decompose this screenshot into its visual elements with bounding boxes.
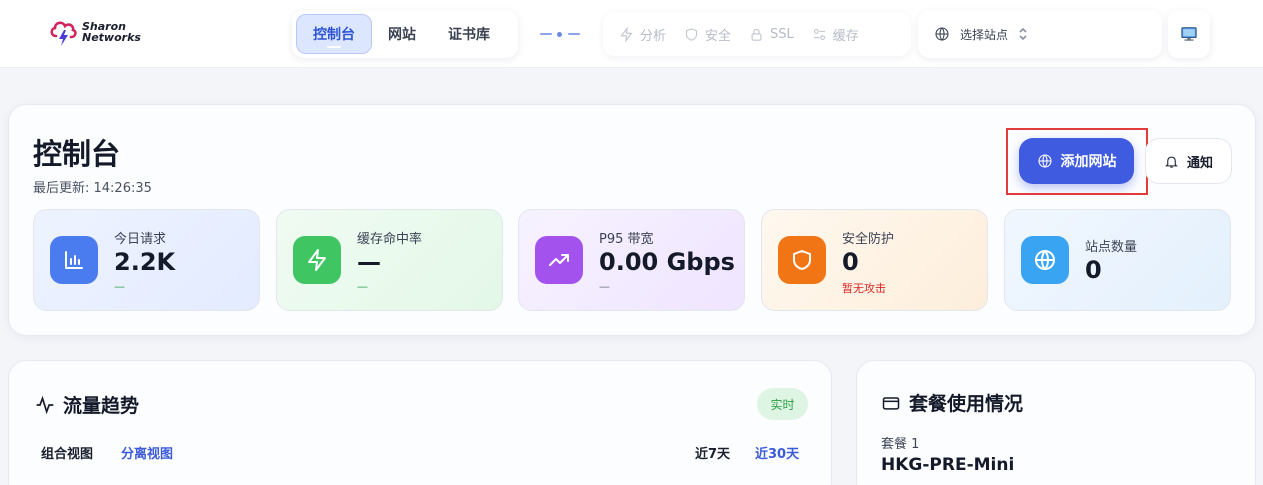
tool-ssl-label: SSL (770, 26, 794, 42)
tool-security[interactable]: 安全 (684, 25, 731, 44)
stat-label: 缓存命中率 (357, 232, 423, 247)
stat-value: — (357, 248, 381, 276)
device-button[interactable] (1168, 10, 1210, 58)
shield-icon (685, 27, 698, 41)
traffic-title-text: 流量趋势 (63, 395, 140, 417)
stat-cache-icon-box (293, 236, 341, 284)
trending-up-icon (549, 254, 569, 266)
stat-site-count[interactable]: 站点数量 0 (1004, 209, 1231, 311)
stat-sub: — (114, 280, 125, 293)
plan-usage-card: 套餐使用情况 套餐 1 HKG-PRE-Mini (856, 360, 1256, 485)
stat-cache-hit-rate[interactable]: 缓存命中率 — — (276, 209, 503, 311)
dashboard-card: 控制台 最后更新: 14:26:35 添加网站 通知 今日请求 2.2K — 缓… (8, 104, 1256, 336)
range-7-days[interactable]: 近7天 (695, 443, 730, 462)
stat-sub: — (599, 280, 610, 293)
stat-value: 2.2K (114, 248, 176, 276)
notification-button[interactable]: 通知 (1145, 138, 1232, 184)
stat-label: 今日请求 (114, 232, 167, 247)
brand-logo[interactable]: Sharon Networks (48, 16, 141, 48)
stat-security-protection[interactable]: 安全防护 0 暂无攻击 (761, 209, 988, 311)
page-title: 控制台 (33, 137, 121, 171)
tool-security-label: 安全 (705, 28, 732, 44)
stat-requests-today[interactable]: 今日请求 2.2K — (33, 209, 260, 311)
monitor-icon (1181, 27, 1197, 41)
plan-name: HKG-PRE-Mini (881, 455, 1015, 475)
tab-websites[interactable]: 网站 (372, 14, 432, 54)
site-tools: 分析 安全 SSL 缓存 (603, 12, 911, 56)
tool-cache-label: 缓存 (832, 28, 859, 44)
stat-value: 0 (842, 248, 859, 276)
globe-icon (1035, 250, 1055, 270)
plan-title-text: 套餐使用情况 (909, 393, 1024, 415)
shield-icon (793, 250, 811, 270)
top-bar: Sharon Networks 控制台 网站 证书库 分析 安全 SSL 缓存 … (0, 0, 1263, 68)
tool-analytics[interactable]: 分析 (619, 25, 666, 44)
credit-card-icon (882, 396, 900, 410)
tab-certificates[interactable]: 证书库 (432, 14, 506, 54)
tab-combined-view[interactable]: 组合视图 (41, 443, 93, 462)
stat-bandwidth-icon-box (535, 236, 583, 284)
lightning-icon (620, 26, 633, 42)
activity-icon (36, 395, 54, 414)
chevron-updown-icon (1019, 28, 1027, 40)
stat-value: 0 (1085, 256, 1102, 284)
plan-title: 套餐使用情况 (881, 389, 1023, 416)
tool-cache[interactable]: 缓存 (812, 25, 859, 44)
range-30-days[interactable]: 近30天 (755, 443, 799, 462)
stat-sites-icon-box (1021, 236, 1069, 284)
site-selector-placeholder: 选择站点 (960, 27, 1009, 42)
bell-icon (1165, 156, 1178, 168)
stat-label: 安全防护 (842, 232, 895, 247)
tab-separate-view[interactable]: 分离视图 (121, 443, 173, 462)
traffic-trend-card: 流量趋势 实时 组合视图 分离视图 近7天 近30天 (8, 360, 832, 485)
stat-p95-bandwidth[interactable]: P95 带宽 0.00 Gbps — (518, 209, 745, 311)
brand-name: Sharon Networks (82, 21, 141, 43)
bar-chart-icon (65, 251, 83, 269)
realtime-badge: 实时 (757, 388, 808, 420)
stat-label: 站点数量 (1085, 240, 1138, 255)
sliders-icon (813, 28, 825, 40)
stat-requests-icon-box (50, 236, 98, 284)
stat-sub: 暂无攻击 (842, 282, 886, 295)
last-update-text: 最后更新: 14:26:35 (33, 181, 152, 196)
traffic-title: 流量趋势 (35, 391, 139, 418)
highlight-box (1006, 128, 1148, 195)
lock-icon (751, 28, 762, 41)
brand-line2: Networks (82, 31, 141, 44)
site-selector[interactable]: 选择站点 (918, 10, 1162, 58)
stat-sub: — (357, 280, 368, 293)
nav-divider (540, 32, 582, 37)
cloud-bolt-logo-icon (50, 21, 77, 46)
main-nav: 控制台 网站 证书库 (292, 10, 518, 58)
tool-ssl[interactable]: SSL (749, 27, 794, 42)
lightning-icon (308, 249, 326, 271)
stat-value: 0.00 Gbps (599, 248, 735, 276)
plan-label: 套餐 1 (881, 437, 920, 452)
stat-security-icon-box (778, 236, 826, 284)
tab-dashboard[interactable]: 控制台 (296, 14, 372, 54)
tool-analytics-label: 分析 (640, 28, 667, 44)
stat-label: P95 带宽 (599, 232, 654, 247)
notification-label: 通知 (1186, 155, 1213, 171)
globe-icon (935, 27, 949, 41)
